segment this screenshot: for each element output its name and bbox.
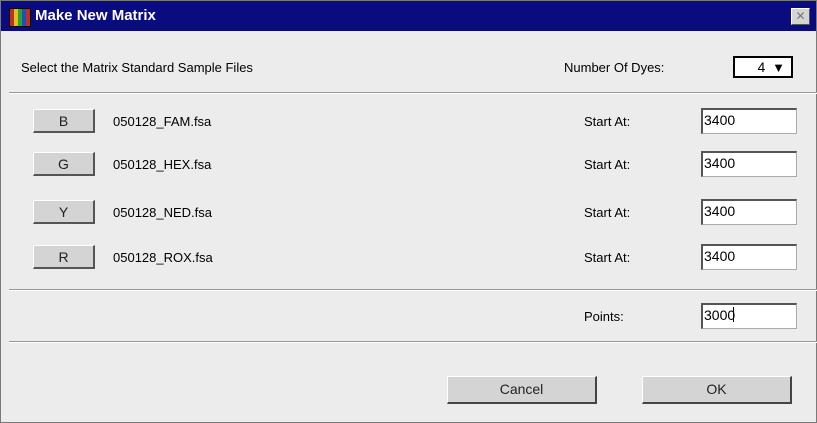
make-new-matrix-dialog: Make New Matrix ✕ Select the Matrix Stan… — [0, 0, 817, 423]
divider — [9, 341, 817, 343]
dye-y-button[interactable]: Y — [33, 200, 95, 224]
cancel-button[interactable]: Cancel — [447, 376, 597, 404]
dye-r-file: 050128_ROX.fsa — [113, 250, 213, 265]
window-title: Make New Matrix — [35, 7, 156, 24]
instruction-text: Select the Matrix Standard Sample Files — [21, 60, 253, 75]
points-input[interactable]: 3000 — [701, 303, 797, 329]
divider — [9, 289, 817, 291]
points-value: 3000 — [704, 307, 736, 323]
app-icon — [9, 8, 31, 27]
close-icon[interactable]: ✕ — [791, 8, 810, 25]
ok-button[interactable]: OK — [642, 376, 792, 404]
dye-g-file: 050128_HEX.fsa — [113, 157, 212, 172]
text-caret — [733, 307, 735, 322]
dye-y-file: 050128_NED.fsa — [113, 205, 213, 220]
dye-r-start-input[interactable]: 3400 — [701, 244, 797, 270]
dye-b-file: 050128_FAM.fsa — [113, 114, 212, 129]
number-of-dyes-label: Number Of Dyes: — [564, 60, 665, 75]
dye-b-start-label: Start At: — [584, 114, 631, 129]
points-label: Points: — [584, 309, 624, 324]
dye-y-start-label: Start At: — [584, 205, 631, 220]
dye-g-start-input[interactable]: 3400 — [701, 151, 797, 177]
chevron-down-icon: ▼ — [772, 60, 785, 75]
dye-b-start-input[interactable]: 3400 — [701, 108, 797, 134]
dye-r-button[interactable]: R — [33, 245, 95, 269]
dye-r-start-label: Start At: — [584, 250, 631, 265]
title-bar[interactable]: Make New Matrix ✕ — [1, 1, 816, 31]
dyes-selected-value: 4 — [757, 59, 766, 75]
dye-g-start-label: Start At: — [584, 157, 631, 172]
dye-g-button[interactable]: G — [33, 152, 95, 176]
number-of-dyes-select[interactable]: 4 ▼ — [733, 56, 793, 78]
dye-y-start-input[interactable]: 3400 — [701, 199, 797, 225]
divider — [9, 92, 817, 94]
dye-b-button[interactable]: B — [33, 109, 95, 133]
